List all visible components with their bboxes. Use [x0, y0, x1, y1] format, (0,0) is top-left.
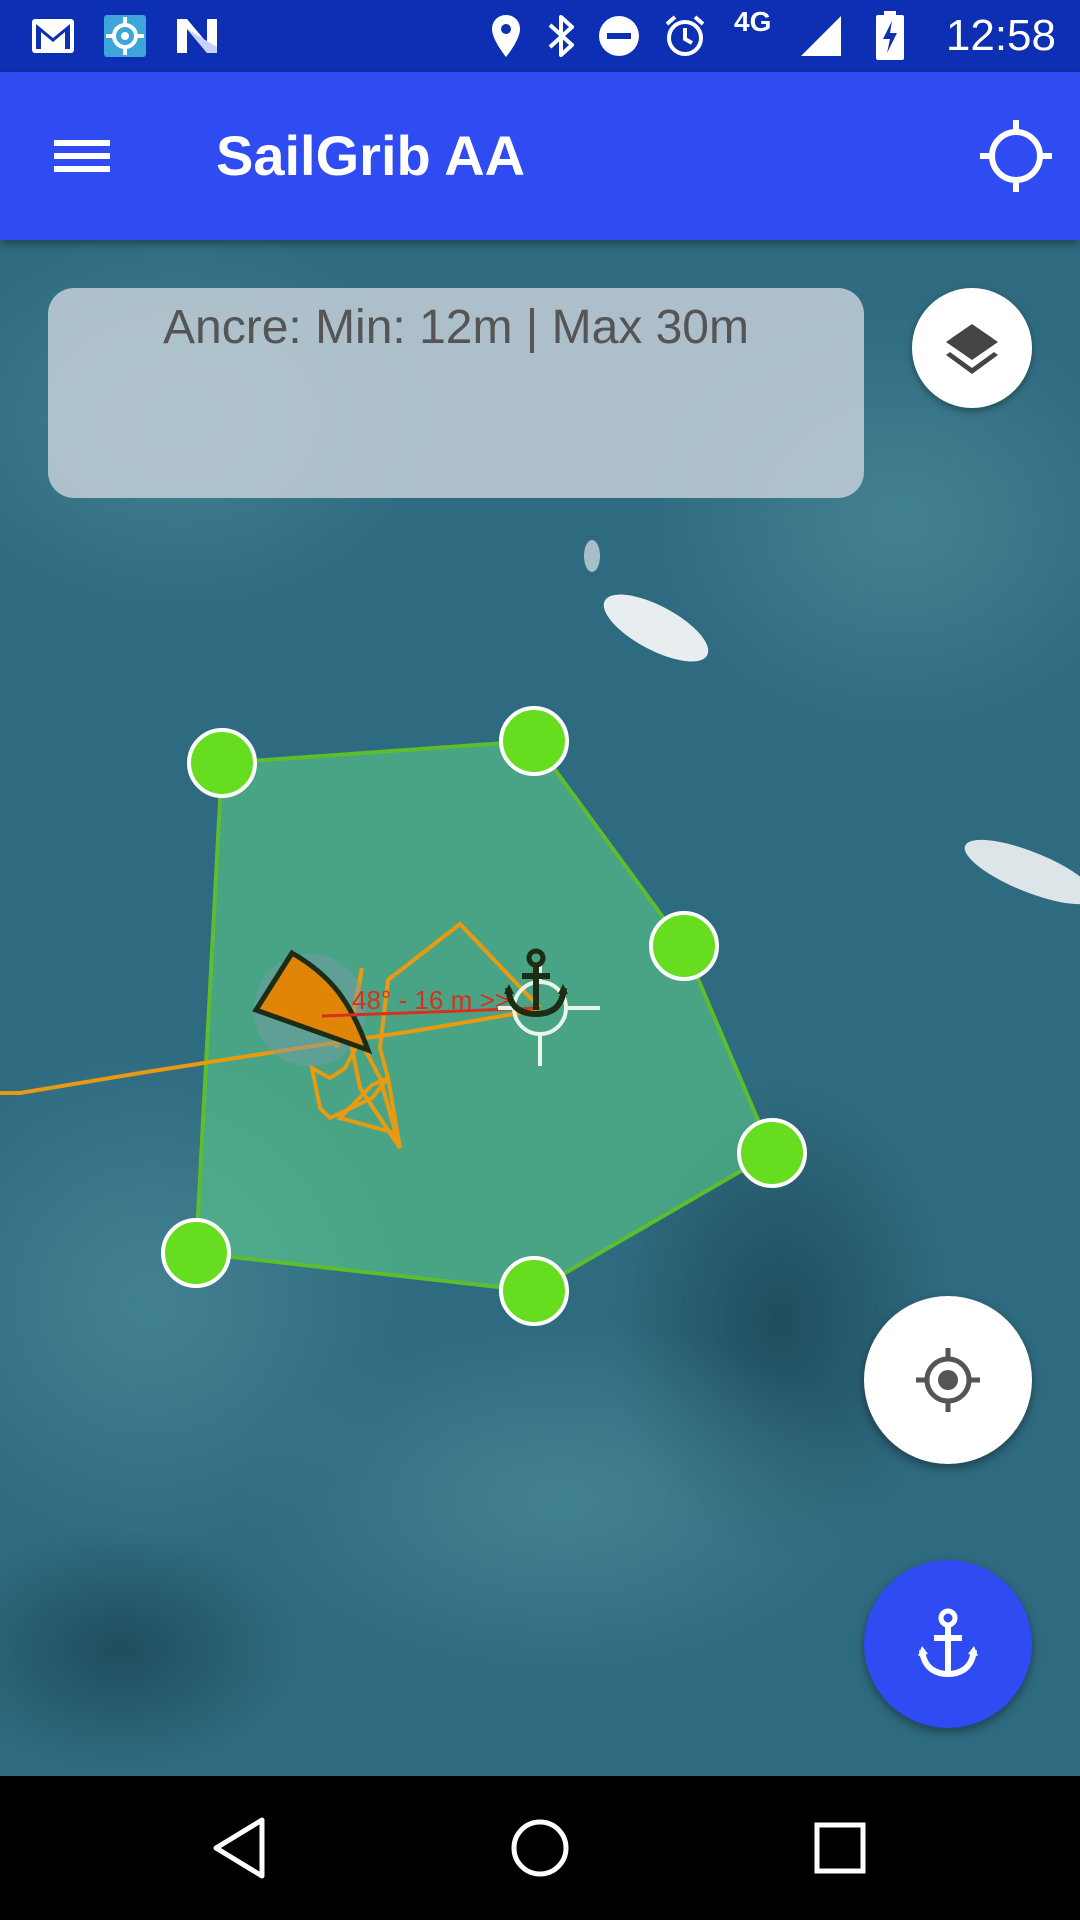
- my-location-button[interactable]: [864, 1296, 1032, 1464]
- my-location-icon: [916, 1348, 980, 1412]
- app-bar: SailGrib AA: [0, 72, 1080, 240]
- zone-vertex-handle[interactable]: [499, 1256, 569, 1326]
- zone-vertex-handle[interactable]: [499, 706, 569, 776]
- n-app-icon: [174, 8, 220, 64]
- anchor-info-panel: Ancre: Min: 12m | Max 30m: [48, 288, 864, 498]
- gps-target-icon: [980, 120, 1052, 192]
- anchor-range-text: Ancre: Min: 12m | Max 30m: [163, 301, 749, 354]
- status-bar: 4G 12:58: [0, 0, 1080, 72]
- bearing-label: 48° - 16 m >>: [352, 985, 510, 1015]
- gmail-icon: [30, 8, 76, 64]
- anchor-button[interactable]: [864, 1560, 1032, 1728]
- menu-icon: [54, 140, 110, 172]
- recents-icon: [814, 1822, 866, 1874]
- home-button[interactable]: [490, 1798, 590, 1898]
- menu-button[interactable]: [30, 116, 110, 196]
- recents-button[interactable]: [790, 1798, 890, 1898]
- gps-button[interactable]: [976, 116, 1056, 196]
- target-app-icon: [102, 8, 148, 64]
- home-icon: [511, 1819, 569, 1877]
- app-title: SailGrib AA: [216, 124, 526, 187]
- status-time: 12:58: [945, 11, 1056, 60]
- zone-vertex-handle[interactable]: [649, 911, 719, 981]
- alarm-icon: [662, 8, 708, 64]
- back-icon: [213, 1817, 265, 1879]
- zone-vertex-handle[interactable]: [187, 728, 257, 798]
- layers-button[interactable]: [912, 288, 1032, 408]
- bluetooth-icon: [543, 8, 579, 64]
- location-icon: [488, 8, 524, 64]
- zone-vertex-handle[interactable]: [737, 1118, 807, 1188]
- system-nav-bar: [0, 1776, 1080, 1920]
- network-type: 4G: [734, 6, 772, 37]
- battery-charging-icon: [872, 8, 908, 64]
- do-not-disturb-icon: [596, 8, 642, 64]
- signal-icon: [798, 8, 844, 64]
- anchor-icon: [918, 1608, 978, 1678]
- layers-icon: [946, 324, 998, 374]
- back-button[interactable]: [190, 1798, 290, 1898]
- zone-vertex-handle[interactable]: [161, 1218, 231, 1288]
